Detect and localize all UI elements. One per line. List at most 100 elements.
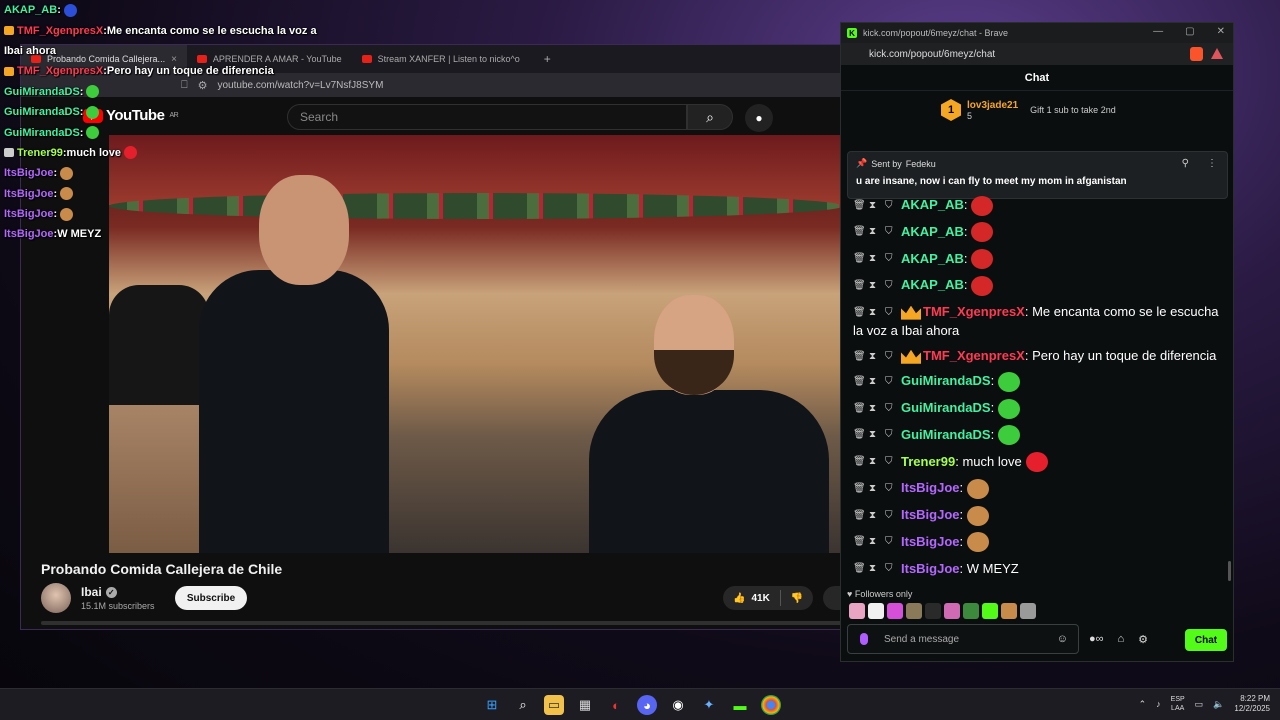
store-icon[interactable]: ▦ [575, 695, 595, 715]
trash-icon[interactable]: 🗑 [853, 510, 866, 521]
hourglass-icon[interactable]: ⧗ [869, 200, 877, 211]
start-windows-icon[interactable]: ⊞ [482, 695, 502, 715]
minimize-icon[interactable]: — [1153, 26, 1163, 37]
send-chat-button[interactable]: Chat [1185, 629, 1227, 651]
trash-icon[interactable]: 🗑 [853, 564, 866, 574]
chat-message[interactable]: 🗑 ⧗ ⛉ AKAP_AB: [853, 222, 1223, 243]
search-button[interactable]: ⌕ [687, 104, 733, 130]
shield-icon[interactable]: ⛉ [885, 254, 893, 264]
hourglass-icon[interactable]: ⧗ [869, 351, 877, 362]
hourglass-icon[interactable]: ⧗ [869, 457, 877, 467]
chat-username[interactable]: GuiMirandaDS [901, 427, 991, 442]
chat-message[interactable]: 🗑 ⧗ ⛉ TMF_XgenpresX: Me encanta como se le … [853, 302, 1223, 340]
chat-message[interactable]: 🗑 ⧗ ⛉ ItsBigJoe: [853, 478, 1223, 499]
chat-username[interactable]: AKAP_AB [901, 224, 964, 239]
trash-icon[interactable]: 🗑 [853, 483, 866, 494]
emote-picker-icon[interactable] [860, 633, 868, 645]
maximize-icon[interactable]: ▢ [1185, 26, 1194, 37]
emote-icon[interactable] [887, 603, 903, 619]
chat-username[interactable]: AKAP_AB [901, 197, 964, 212]
chat-message[interactable]: 🗑 ⧗ ⛉ Trener99: much love [853, 452, 1223, 473]
chat-message[interactable]: 🗑 ⧗ ⛉ GuiMirandaDS: [853, 398, 1223, 419]
chat-message[interactable]: 🗑 ⧗ ⛉ ItsBigJoe: [853, 532, 1223, 553]
chat-message[interactable]: 🗑 ⧗ ⛉ AKAP_AB: [853, 195, 1223, 216]
unpin-icon[interactable]: ⚲ [1182, 158, 1189, 169]
steam-icon[interactable]: ◐ [606, 695, 626, 715]
terminal-icon[interactable]: ▬ [730, 695, 750, 715]
tab-stream-xanfer[interactable]: Stream XANFER | Listen to nicko^o [352, 45, 530, 73]
chat-username[interactable]: TMF_XgenpresX [923, 304, 1025, 319]
chat-username[interactable]: ItsBigJoe [901, 534, 960, 549]
chat-message[interactable]: 🗑 ⧗ ⛉ AKAP_AB: [853, 249, 1223, 270]
emote-icon[interactable] [982, 603, 998, 619]
discord-icon[interactable]: ◕ [637, 695, 657, 715]
clock[interactable]: 8:22 PM 12/2/2025 [1234, 694, 1270, 714]
shield-icon[interactable]: ⛉ [885, 564, 893, 574]
chrome-icon[interactable] [761, 695, 781, 715]
volume-icon[interactable]: 🔈 [1213, 699, 1224, 710]
close-icon[interactable]: ✕ [1217, 26, 1225, 37]
chat-username[interactable]: Trener99 [901, 454, 955, 469]
pinned-message[interactable]: 📌 Sent by Fedeku u are insane, now i can… [847, 151, 1228, 199]
emote-icon[interactable] [925, 603, 941, 619]
hourglass-icon[interactable]: ⧗ [869, 483, 877, 494]
kicks-icon[interactable]: ●∞ [1089, 633, 1104, 646]
trash-icon[interactable]: 🗑 [853, 280, 866, 291]
channel-name-row[interactable]: Ibai ✓ [81, 585, 117, 599]
hourglass-icon[interactable]: ⧗ [869, 430, 877, 440]
shield-icon[interactable]: ⛉ [885, 430, 893, 440]
shield-icon[interactable]: ⛉ [885, 376, 893, 387]
shield-icon[interactable]: ⛉ [885, 200, 893, 211]
emote-icon[interactable] [849, 603, 865, 619]
shield-icon[interactable]: ⛉ [885, 307, 893, 318]
chat-username[interactable]: GuiMirandaDS [901, 373, 991, 388]
language-indicator[interactable]: ESP LAA [1171, 695, 1185, 713]
chat-username[interactable]: AKAP_AB [901, 251, 964, 266]
chat-username[interactable]: ItsBigJoe [901, 507, 960, 522]
app-icon[interactable]: ✦ [699, 695, 719, 715]
trash-icon[interactable]: 🗑 [853, 254, 866, 264]
emote-icon[interactable] [906, 603, 922, 619]
more-options-icon[interactable]: ⋮ [1207, 158, 1217, 169]
hourglass-icon[interactable]: ⧗ [869, 376, 877, 387]
store-icon[interactable]: ⌂ [1118, 633, 1125, 646]
hourglass-icon[interactable]: ⧗ [869, 537, 877, 547]
trash-icon[interactable]: 🗑 [853, 537, 866, 547]
shield-icon[interactable]: ⛉ [885, 457, 893, 467]
search-icon[interactable]: ⌕ [513, 695, 533, 715]
trash-icon[interactable]: 🗑 [853, 200, 866, 211]
chat-scrollbar[interactable] [1228, 561, 1231, 581]
hourglass-icon[interactable]: ⧗ [869, 564, 877, 574]
chat-message[interactable]: 🗑 ⧗ ⛉ TMF_XgenpresX: Pero hay un toque de d… [853, 346, 1223, 365]
emote-icon[interactable] [1001, 603, 1017, 619]
chat-message[interactable]: 🗑 ⧗ ⛉ GuiMirandaDS: [853, 371, 1223, 392]
file-explorer-icon[interactable]: ▭ [544, 695, 564, 715]
shield-icon[interactable]: ⛉ [885, 227, 893, 237]
obs-icon[interactable]: ◉ [668, 695, 688, 715]
subscribe-button[interactable]: Subscribe [175, 586, 247, 610]
trash-icon[interactable]: 🗑 [853, 457, 866, 467]
chat-username[interactable]: ItsBigJoe [901, 480, 960, 495]
search-input[interactable]: Search [287, 104, 687, 130]
chevron-up-icon[interactable]: ⌃ [1139, 699, 1147, 710]
trash-icon[interactable]: 🗑 [853, 227, 866, 237]
network-icon[interactable]: ▭ [1195, 699, 1204, 710]
emote-icon[interactable] [868, 603, 884, 619]
trash-icon[interactable]: 🗑 [853, 430, 866, 440]
trash-icon[interactable]: 🗑 [853, 376, 866, 387]
hourglass-icon[interactable]: ⧗ [869, 227, 877, 237]
chat-message[interactable]: 🗑 ⧗ ⛉ ItsBigJoe: W MEYZ [853, 559, 1223, 578]
trash-icon[interactable]: 🗑 [853, 307, 866, 318]
hourglass-icon[interactable]: ⧗ [869, 510, 877, 521]
shield-icon[interactable]: ⛉ [885, 280, 893, 291]
chat-message[interactable]: 🗑 ⧗ ⛉ GuiMirandaDS: [853, 425, 1223, 446]
chat-username[interactable]: TMF_XgenpresX [923, 348, 1025, 363]
like-button[interactable]: 👍 41K [723, 590, 781, 606]
chat-username[interactable]: AKAP_AB [901, 277, 964, 292]
shield-icon[interactable]: ⛉ [885, 537, 893, 547]
kick-address-bar[interactable]: kick.com/popout/6meyz/chat [841, 43, 1233, 65]
chat-message[interactable]: 🗑 ⧗ ⛉ ItsBigJoe: [853, 505, 1223, 526]
brave-rewards-icon[interactable] [1211, 48, 1223, 59]
emote-icon[interactable] [1020, 603, 1036, 619]
shield-icon[interactable]: ⛉ [885, 351, 893, 362]
